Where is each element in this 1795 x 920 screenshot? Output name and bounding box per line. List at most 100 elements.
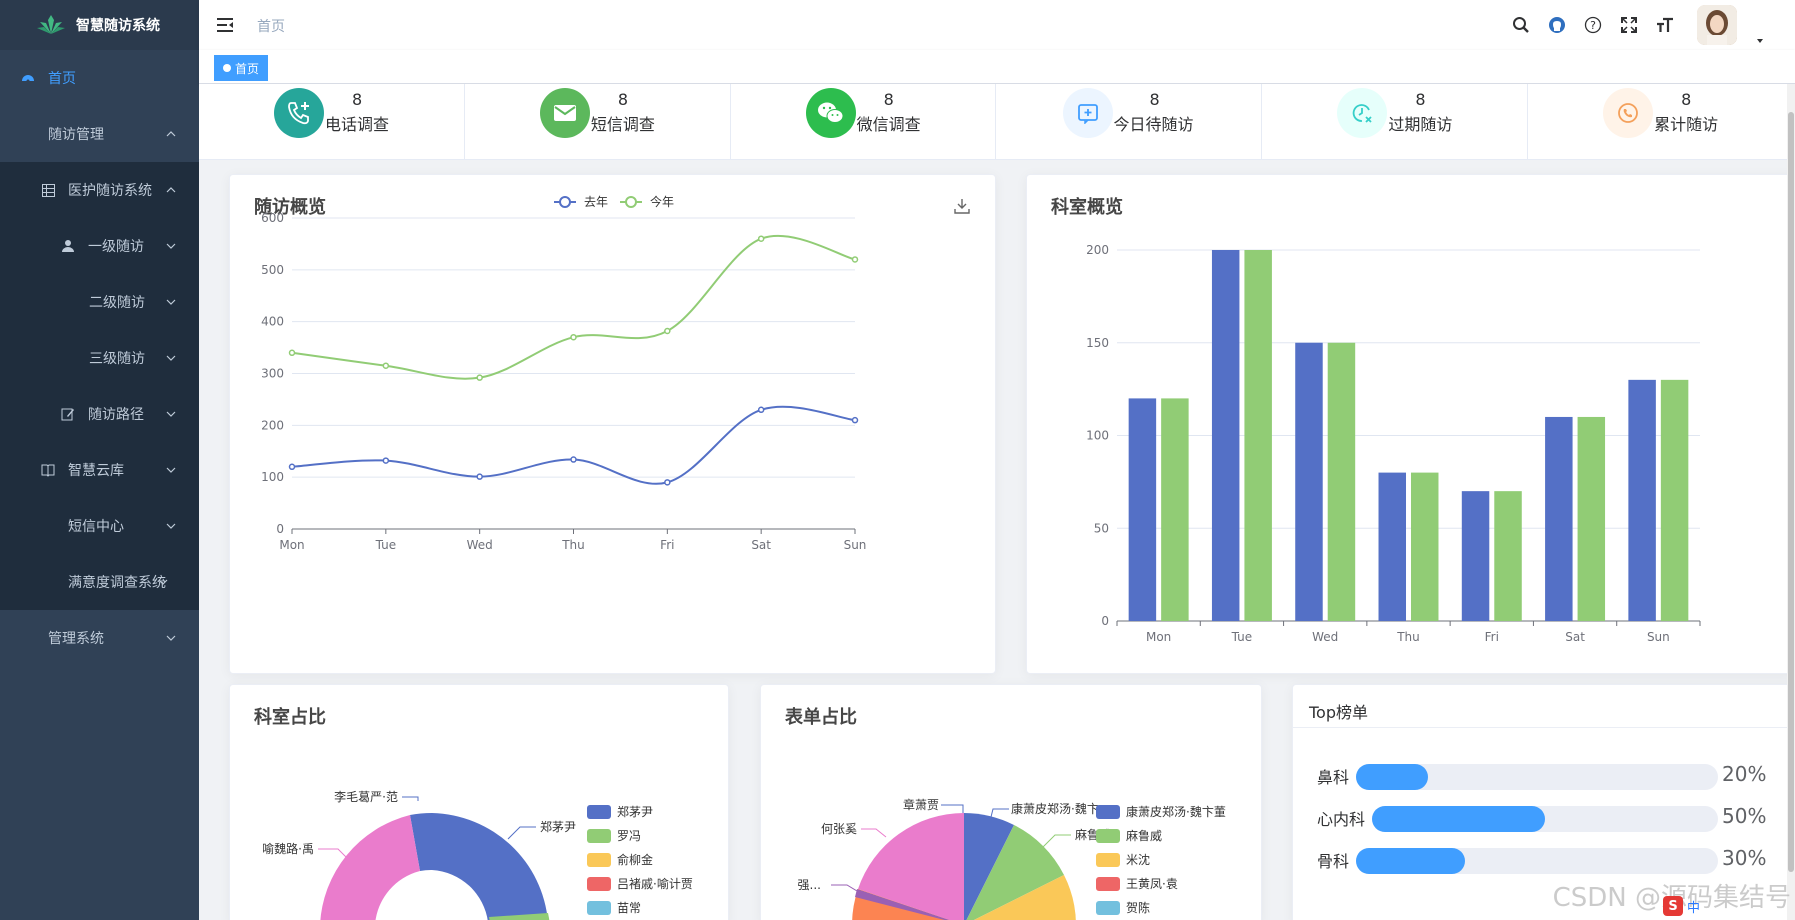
bar[interactable] — [1410, 472, 1439, 621]
series-line[interactable] — [291, 234, 856, 380]
question-icon[interactable]: ? — [1583, 15, 1603, 35]
stat-overdue[interactable]: 8 过期随访 — [1262, 84, 1529, 159]
data-point[interactable] — [851, 256, 859, 263]
avatar[interactable] — [1697, 5, 1737, 45]
bar[interactable] — [1128, 398, 1157, 621]
data-point[interactable] — [476, 473, 483, 480]
legend-item-last-year[interactable]: 去年 — [554, 195, 608, 209]
data-point[interactable] — [476, 374, 483, 381]
x-tick-label: Fri — [1485, 630, 1499, 644]
sidebar-item-medical-followup[interactable]: 医护随访系统 — [0, 162, 199, 218]
bar[interactable] — [1461, 491, 1490, 621]
sidebar-item-sms-center[interactable]: 短信中心 — [0, 498, 199, 554]
bar[interactable] — [1494, 491, 1522, 621]
ime-lang: 中 — [1687, 900, 1701, 916]
sidebar-item-level3[interactable]: 三级随访 — [0, 330, 199, 386]
sidebar-item-level1[interactable]: 一级随访 — [0, 218, 199, 274]
data-point[interactable] — [757, 406, 765, 414]
sidebar-item-cloud-library[interactable]: 智慧云库 — [0, 442, 199, 498]
bar[interactable] — [1327, 342, 1356, 621]
progress-fill — [1372, 806, 1545, 832]
chevron-up-icon — [165, 184, 177, 196]
legend-item-this-year[interactable]: 今年 — [620, 194, 674, 209]
calendar-plus-icon — [1063, 88, 1114, 138]
data-point[interactable] — [288, 463, 296, 471]
legend-item[interactable]: 米沈 — [1096, 852, 1150, 867]
stat-value: 8 — [1149, 90, 1160, 109]
sidebar-item-label: 二级随访 — [89, 295, 145, 311]
bar[interactable] — [1161, 398, 1189, 621]
bar[interactable] — [1660, 379, 1689, 621]
scrollbar-thumb[interactable] — [1788, 112, 1794, 872]
legend-item[interactable]: 康萧皮郑汤·魏卞董 — [1096, 804, 1226, 819]
legend-item[interactable]: 郑茅尹 — [587, 804, 653, 819]
sidebar-item-level2[interactable]: 二级随访 — [0, 274, 199, 330]
data-point[interactable] — [570, 333, 577, 341]
bar[interactable] — [1545, 416, 1573, 621]
sidebar-item-satisfaction[interactable]: 满意度调查系统 — [0, 554, 199, 610]
donut-slice[interactable] — [432, 813, 548, 920]
data-point[interactable] — [851, 416, 859, 424]
data-point[interactable] — [664, 479, 671, 486]
font-size-icon[interactable] — [1655, 15, 1675, 35]
hamburger-icon[interactable] — [215, 15, 235, 35]
bar[interactable] — [1577, 416, 1606, 621]
stat-today-pending[interactable]: 8 今日待随访 — [996, 84, 1263, 159]
sidebar-item-followup-mgmt[interactable]: 随访管理 — [0, 106, 199, 162]
bar[interactable] — [1378, 472, 1407, 621]
stat-sms[interactable]: 8 短信调查 — [465, 84, 731, 159]
scrollbar[interactable] — [1787, 84, 1795, 920]
tag-home[interactable]: 首页 — [214, 55, 269, 81]
data-point[interactable] — [570, 456, 577, 463]
legend-item[interactable]: 王黄凤·袁 — [1096, 877, 1178, 891]
stat-total[interactable]: 8 累计随访 — [1528, 84, 1793, 159]
y-tick-label: 0 — [1101, 614, 1109, 628]
ime-toolbar[interactable]: S 中 — [1663, 896, 1700, 916]
series-line[interactable] — [291, 405, 856, 485]
y-tick-label: 200 — [261, 418, 284, 432]
fullscreen-icon[interactable] — [1619, 15, 1639, 35]
data-point[interactable] — [382, 457, 390, 464]
legend-item[interactable]: 贺陈 — [1096, 900, 1150, 915]
sidebar-item-followup-path[interactable]: 随访路径 — [0, 386, 199, 442]
sidebar-logo[interactable]: 智慧随访系统 — [0, 0, 199, 50]
slice-label: 康萧皮郑汤·魏卞 — [1011, 801, 1099, 816]
legend-label: 郑茅尹 — [617, 804, 653, 819]
top-row: 心内科 50% — [1293, 802, 1794, 832]
data-point[interactable] — [664, 327, 671, 335]
caret-down-icon[interactable] — [1755, 31, 1765, 43]
bar[interactable] — [1628, 379, 1656, 621]
bar[interactable] — [1244, 250, 1272, 621]
logo-icon — [36, 14, 66, 36]
data-point[interactable] — [382, 362, 390, 369]
data-point[interactable] — [757, 235, 765, 242]
sidebar-item-admin[interactable]: 管理系统 — [0, 610, 199, 666]
navbar: 首页 ? — [199, 0, 1795, 50]
legend-item[interactable]: 吕褚戚·喻计贾 — [587, 876, 693, 891]
chevron-up-icon — [165, 128, 177, 140]
data-point[interactable] — [288, 349, 296, 357]
sidebar-item-label: 智慧云库 — [68, 463, 124, 479]
y-tick-label: 50 — [1094, 521, 1109, 535]
search-icon[interactable] — [1511, 15, 1531, 35]
x-tick-label: Tue — [1231, 630, 1253, 644]
x-tick-label: Sat — [1565, 630, 1585, 644]
donut-slice[interactable] — [320, 815, 420, 920]
chevron-down-icon — [165, 240, 177, 252]
top-label: 骨科 — [1317, 852, 1350, 871]
bar[interactable] — [1295, 342, 1323, 621]
stat-phone[interactable]: 8 电话调查 — [199, 84, 465, 159]
sidebar-item-label: 一级随访 — [88, 239, 144, 255]
github-icon[interactable] — [1547, 15, 1567, 35]
progress-fill — [1356, 764, 1429, 790]
slice-label: 何张奚 — [821, 822, 857, 836]
stat-wechat[interactable]: 8 微信调查 — [731, 84, 997, 159]
legend-item[interactable]: 苗常 — [587, 901, 641, 915]
slice-label: 章萧贾 — [903, 797, 939, 812]
bar[interactable] — [1211, 250, 1240, 621]
legend-item[interactable]: 麻鲁威 — [1096, 828, 1162, 843]
x-tick-label: Thu — [1396, 630, 1420, 644]
sidebar-item-home[interactable]: 首页 — [0, 50, 199, 106]
legend-item[interactable]: 俞柳金 — [587, 852, 653, 867]
legend-item[interactable]: 罗冯 — [587, 829, 641, 843]
